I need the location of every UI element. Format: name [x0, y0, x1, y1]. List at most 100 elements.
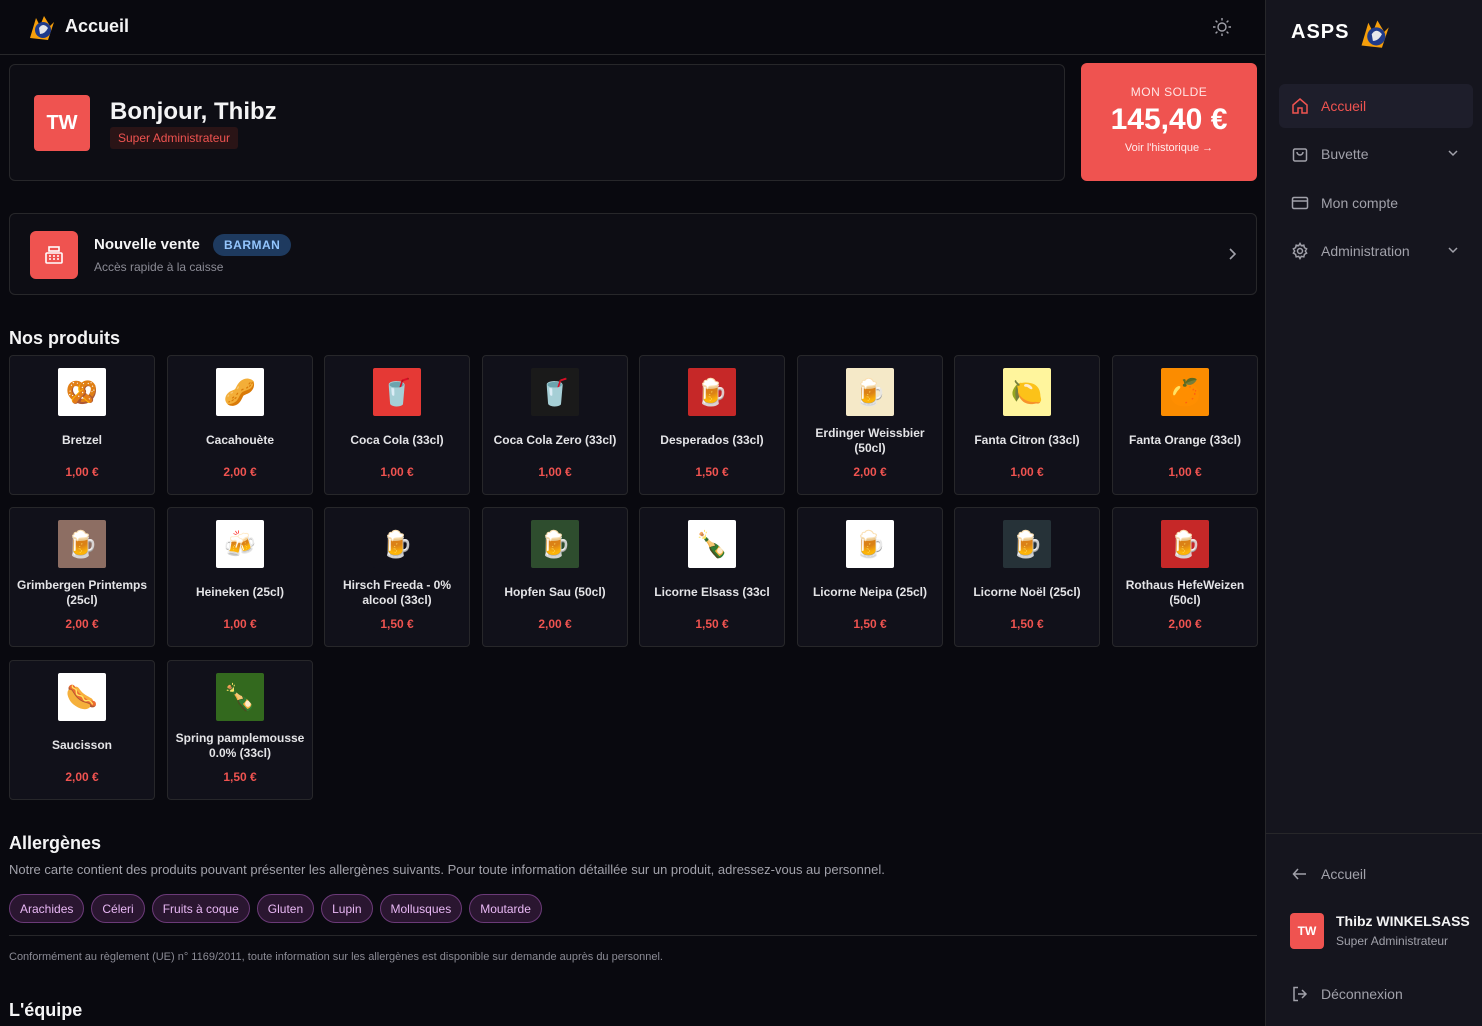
- logout-icon: [1293, 986, 1308, 1002]
- product-price: 1,50 €: [223, 770, 257, 784]
- sidebar-item-buvette[interactable]: Buvette: [1279, 132, 1473, 176]
- sidebar-item-label: Buvette: [1321, 146, 1369, 162]
- user-name: Thibz WINKELSASS: [1336, 913, 1470, 929]
- product-price: 1,50 €: [380, 617, 414, 631]
- allergen-chip: Céleri: [91, 894, 145, 923]
- sidebar-item-label: Accueil: [1321, 98, 1367, 114]
- home-icon: [1292, 98, 1308, 114]
- product-name: Licorne Neipa (25cl): [812, 585, 928, 599]
- sidebar-item-accueil[interactable]: Accueil: [1279, 84, 1473, 128]
- product-card[interactable]: 🍻 Heineken (25cl) 1,00 €: [167, 507, 313, 647]
- product-name: Fanta Orange (33cl): [1128, 433, 1242, 447]
- allergen-legal-notice: Conformément au règlement (UE) n° 1169/2…: [9, 951, 663, 963]
- new-sale-subtitle: Accès rapide à la caisse: [94, 260, 224, 274]
- allergen-chip: Moutarde: [469, 894, 542, 923]
- product-card[interactable]: 🥤 Coca Cola (33cl) 1,00 €: [324, 355, 470, 495]
- product-name: Grimbergen Printemps (25cl): [16, 578, 148, 607]
- product-name: Hopfen Sau (50cl): [504, 585, 606, 599]
- allergen-chip-list: Arachides Céleri Fruits à coque Gluten Lupin…: [9, 894, 549, 923]
- new-sale-card[interactable]: Nouvelle vente BARMAN Accès rapide à la …: [9, 213, 1257, 295]
- product-name: Cacahouète: [205, 433, 275, 447]
- gear-icon: [1292, 242, 1308, 260]
- product-name: Hirsch Freeda - 0% alcool (33cl): [342, 578, 452, 607]
- product-price: 2,00 €: [538, 617, 572, 631]
- product-image: 🍾: [688, 520, 736, 568]
- products-title: Nos produits: [9, 328, 120, 348]
- product-name: Coca Cola Zero (33cl): [493, 433, 617, 447]
- product-name: Coca Cola (33cl): [350, 433, 444, 447]
- sidebar-item-label: Mon compte: [1321, 195, 1399, 211]
- back-home-link[interactable]: Accueil: [1279, 852, 1473, 896]
- product-name: Erdinger Weissbier (50cl): [815, 426, 925, 455]
- welcome-card: TW Bonjour, Thibz Super Administrateur: [9, 64, 1065, 181]
- product-price: 1,50 €: [1010, 617, 1044, 631]
- product-card[interactable]: 🍺 Erdinger Weissbier (50cl) 2,00 €: [797, 355, 943, 495]
- product-card[interactable]: 🍺 Grimbergen Printemps (25cl) 2,00 €: [9, 507, 155, 647]
- product-card[interactable]: 🍺 Hirsch Freeda - 0% alcool (33cl) 1,50 €: [324, 507, 470, 647]
- product-image: 🍋: [1003, 368, 1051, 416]
- product-price: 1,00 €: [65, 465, 99, 479]
- product-image: 🥨: [58, 368, 106, 416]
- chevron-right-icon: [1229, 248, 1237, 260]
- sidebar-divider: [1266, 833, 1482, 834]
- product-image: 🍾: [216, 673, 264, 721]
- product-card[interactable]: 🥤 Coca Cola Zero (33cl) 1,00 €: [482, 355, 628, 495]
- product-card[interactable]: 🍺 Rothaus HefeWeizen (50cl) 2,00 €: [1112, 507, 1258, 647]
- back-home-label: Accueil: [1321, 866, 1367, 882]
- history-link[interactable]: Voir l'historique →: [1081, 142, 1257, 154]
- arrow-left-icon: [1292, 868, 1306, 880]
- product-price: 1,00 €: [1168, 465, 1202, 479]
- divider: [9, 935, 1257, 936]
- asps-logo-icon[interactable]: [26, 12, 56, 42]
- asps-logo-icon: [1361, 20, 1389, 48]
- product-image: 🍺: [846, 368, 894, 416]
- product-price: 1,00 €: [1010, 465, 1044, 479]
- allergen-chip: Fruits à coque: [151, 894, 250, 923]
- product-card[interactable]: 🥜 Cacahouète 2,00 €: [167, 355, 313, 495]
- product-image: 🍺: [58, 520, 106, 568]
- product-image: 🥜: [216, 368, 264, 416]
- new-sale-title: Nouvelle vente: [94, 236, 200, 253]
- allergen-chip: Arachides: [9, 894, 85, 923]
- sidebar-item-mon-compte[interactable]: Mon compte: [1279, 181, 1473, 225]
- logout-label: Déconnexion: [1321, 986, 1403, 1002]
- product-price: 1,50 €: [695, 465, 729, 479]
- chevron-down-icon: [1448, 150, 1458, 157]
- card-icon: [1291, 196, 1309, 210]
- balance-card[interactable]: MON SOLDE 145,40 € Voir l'historique →: [1081, 63, 1257, 181]
- product-image: 🍺: [373, 520, 421, 568]
- product-name: Saucisson: [51, 738, 113, 752]
- allergen-chip: Lupin: [321, 894, 373, 923]
- product-card[interactable]: 🍋 Fanta Citron (33cl) 1,00 €: [954, 355, 1100, 495]
- brand-name: ASPS: [1291, 21, 1350, 43]
- bag-icon: [1292, 148, 1308, 162]
- product-price: 2,00 €: [65, 770, 99, 784]
- product-card[interactable]: 🍾 Licorne Elsass (33cl 1,50 €: [639, 507, 785, 647]
- product-card[interactable]: 🍾 Spring pamplemousse 0.0% (33cl) 1,50 €: [167, 660, 313, 800]
- balance-value: 145,40 €: [1110, 103, 1228, 136]
- product-card[interactable]: 🌭 Saucisson 2,00 €: [9, 660, 155, 800]
- balance-label: MON SOLDE: [1130, 85, 1208, 99]
- product-name: Rothaus HefeWeizen (50cl): [1125, 578, 1245, 607]
- user-role: Super Administrateur: [1336, 934, 1449, 948]
- product-card[interactable]: 🍊 Fanta Orange (33cl) 1,00 €: [1112, 355, 1258, 495]
- allergen-chip: Gluten: [256, 894, 315, 923]
- theme-toggle-sun-icon[interactable]: [1211, 16, 1233, 38]
- logout-button[interactable]: Déconnexion: [1279, 972, 1473, 1016]
- product-image: 🥤: [531, 368, 579, 416]
- product-card[interactable]: 🍺 Hopfen Sau (50cl) 2,00 €: [482, 507, 628, 647]
- product-image: 🌭: [58, 673, 106, 721]
- product-card[interactable]: 🍺 Desperados (33cl) 1,50 €: [639, 355, 785, 495]
- product-card[interactable]: 🍺 Licorne Neipa (25cl) 1,50 €: [797, 507, 943, 647]
- top-bar: Accueil: [0, 0, 1265, 55]
- product-price: 2,00 €: [853, 465, 887, 479]
- sidebar-item-administration[interactable]: Administration: [1279, 229, 1473, 273]
- sidebar: ASPS Accueil Buvette Mon compte Administ…: [1265, 0, 1482, 1026]
- team-title: L'équipe: [9, 1000, 83, 1020]
- chevron-down-icon: [1448, 247, 1458, 254]
- allergen-chip: Mollusques: [379, 894, 463, 923]
- product-card[interactable]: 🥨 Bretzel 1,00 €: [9, 355, 155, 495]
- product-image: 🍻: [216, 520, 264, 568]
- product-name: Licorne Elsass (33cl: [654, 585, 770, 599]
- product-card[interactable]: 🍺 Licorne Noël (25cl) 1,50 €: [954, 507, 1100, 647]
